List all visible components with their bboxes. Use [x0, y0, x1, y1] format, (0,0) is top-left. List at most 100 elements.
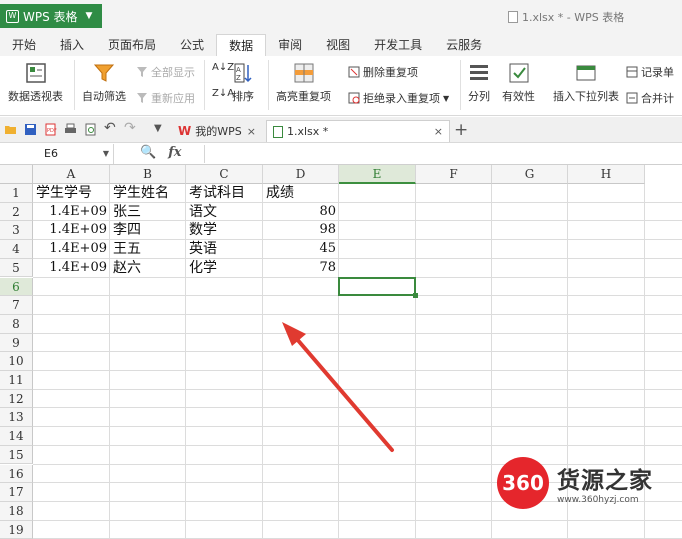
pivot-table-button[interactable]: 数据透视表: [8, 62, 63, 104]
cell-d2[interactable]: 80: [264, 203, 338, 221]
cell-a3[interactable]: 1.4E+09: [34, 221, 109, 239]
selected-cell-outline[interactable]: [338, 276, 416, 297]
cell-b1[interactable]: 学生姓名: [111, 184, 185, 202]
open-folder-icon[interactable]: [4, 123, 17, 136]
cell-d5[interactable]: 78: [264, 259, 338, 277]
insert-dropdown-button[interactable]: 插入下拉列表: [553, 62, 619, 104]
column-header-h[interactable]: H: [568, 165, 645, 184]
name-box-value: E6: [44, 147, 58, 160]
redo-icon[interactable]: ↷: [124, 120, 137, 136]
split-column-button[interactable]: 分列: [468, 62, 490, 104]
cell-c4[interactable]: 英语: [187, 240, 262, 258]
close-icon[interactable]: ×: [247, 125, 256, 138]
column-header-d[interactable]: D: [263, 165, 339, 184]
chevron-down-icon: ▼: [443, 93, 450, 103]
cell-d4[interactable]: 45: [264, 240, 338, 258]
tab-3[interactable]: 公式: [168, 34, 216, 56]
zoom-icon[interactable]: 🔍: [140, 145, 156, 160]
row-header-10[interactable]: 10: [0, 352, 33, 371]
row-header-6[interactable]: 6: [0, 277, 33, 297]
customize-toolbar-icon[interactable]: ▼: [154, 123, 167, 136]
column-header-g[interactable]: G: [492, 165, 568, 184]
watermark-name: 货源之家: [557, 468, 653, 494]
row-header-7[interactable]: 7: [0, 296, 33, 315]
tab-2[interactable]: 页面布局: [96, 34, 168, 56]
sort-button[interactable]: AZ 排序: [232, 62, 254, 104]
undo-icon[interactable]: ↶: [104, 120, 117, 136]
fx-icon[interactable]: fx: [168, 145, 181, 160]
fill-handle[interactable]: [413, 293, 418, 299]
row-header-14[interactable]: 14: [0, 427, 33, 446]
tab-8[interactable]: 云服务: [434, 34, 494, 56]
pivot-table-icon: [25, 63, 46, 83]
pivot-table-label: 数据透视表: [8, 90, 63, 103]
remove-duplicates-button[interactable]: 删除重复项: [348, 64, 418, 80]
sort-desc-button[interactable]: Z↓A: [212, 88, 234, 99]
document-tab-1[interactable]: 1.xlsx * ×: [266, 120, 450, 142]
reject-duplicates-button[interactable]: 拒绝录入重复项 ▼: [348, 90, 449, 106]
row-header-5[interactable]: 5: [0, 258, 33, 278]
cell-c3[interactable]: 数学: [187, 221, 262, 239]
row-header-18[interactable]: 18: [0, 501, 33, 521]
row-header-13[interactable]: 13: [0, 408, 33, 428]
row-header-17[interactable]: 17: [0, 483, 33, 502]
cell-a2[interactable]: 1.4E+09: [34, 203, 109, 221]
column-header-c[interactable]: C: [186, 165, 263, 184]
column-header-a[interactable]: A: [33, 165, 110, 184]
validity-button[interactable]: 有效性: [502, 62, 535, 104]
row-header-19[interactable]: 19: [0, 520, 33, 539]
merge-calc-button[interactable]: 合并计: [626, 90, 674, 106]
tab-7[interactable]: 开发工具: [362, 34, 434, 56]
save-icon[interactable]: [24, 123, 37, 136]
document-tab-0[interactable]: W 我的WPS ×: [172, 120, 262, 142]
row-header-12[interactable]: 12: [0, 389, 33, 409]
filter-icon: [137, 67, 147, 77]
highlight-duplicates-button[interactable]: 高亮重复项: [276, 62, 331, 104]
cell-d3[interactable]: 98: [264, 221, 338, 239]
cell-c1[interactable]: 考试科目: [187, 184, 262, 202]
row-header-4[interactable]: 4: [0, 240, 33, 259]
row-header-11[interactable]: 11: [0, 371, 33, 390]
export-pdf-icon[interactable]: PDF: [44, 123, 57, 136]
formula-input[interactable]: [204, 145, 682, 163]
show-all-button[interactable]: 全部显示: [136, 64, 195, 80]
cell-b3[interactable]: 李四: [111, 221, 185, 239]
autofilter-button[interactable]: 自动筛选: [82, 62, 126, 104]
row-header-3[interactable]: 3: [0, 221, 33, 241]
name-box[interactable]: E6 ▼: [0, 144, 114, 164]
row-header-2[interactable]: 2: [0, 202, 33, 222]
cell-b5[interactable]: 赵六: [111, 259, 185, 277]
row-header-1[interactable]: 1: [0, 184, 33, 203]
cell-a5[interactable]: 1.4E+09: [34, 259, 109, 277]
cell-d1[interactable]: 成绩: [264, 184, 338, 202]
cell-b4[interactable]: 王五: [111, 240, 185, 258]
cell-c5[interactable]: 化学: [187, 259, 262, 277]
close-icon[interactable]: ×: [434, 125, 443, 138]
svg-text:PDF: PDF: [47, 128, 57, 134]
tab-0[interactable]: 开始: [0, 34, 48, 56]
column-header-e[interactable]: E: [339, 165, 416, 184]
tab-1[interactable]: 插入: [48, 34, 96, 56]
app-menu-button[interactable]: W WPS 表格 ▼: [0, 4, 102, 28]
row-header-16[interactable]: 16: [0, 464, 33, 484]
cell-a1[interactable]: 学生学号: [34, 184, 109, 202]
column-header-f[interactable]: F: [416, 165, 492, 184]
print-preview-icon[interactable]: [84, 123, 97, 136]
watermark-badge: 360: [497, 457, 549, 509]
new-tab-button[interactable]: +: [454, 120, 468, 140]
cell-b2[interactable]: 张三: [111, 203, 185, 221]
column-header-b[interactable]: B: [110, 165, 186, 184]
row-header-15[interactable]: 15: [0, 445, 33, 465]
tab-5[interactable]: 审阅: [266, 34, 314, 56]
row-header-8[interactable]: 8: [0, 314, 33, 334]
tab-6[interactable]: 视图: [314, 34, 362, 56]
cell-a4[interactable]: 1.4E+09: [34, 240, 109, 258]
record-form-button[interactable]: 记录单: [626, 64, 674, 80]
cell-c2[interactable]: 语文: [187, 203, 262, 221]
select-all-corner[interactable]: [0, 165, 33, 184]
print-icon[interactable]: [64, 123, 77, 136]
sort-asc-button[interactable]: A↓Z: [212, 62, 234, 73]
row-header-9[interactable]: 9: [0, 333, 33, 353]
tab-4[interactable]: 数据: [216, 34, 267, 56]
reapply-button[interactable]: 重新应用: [136, 90, 195, 106]
